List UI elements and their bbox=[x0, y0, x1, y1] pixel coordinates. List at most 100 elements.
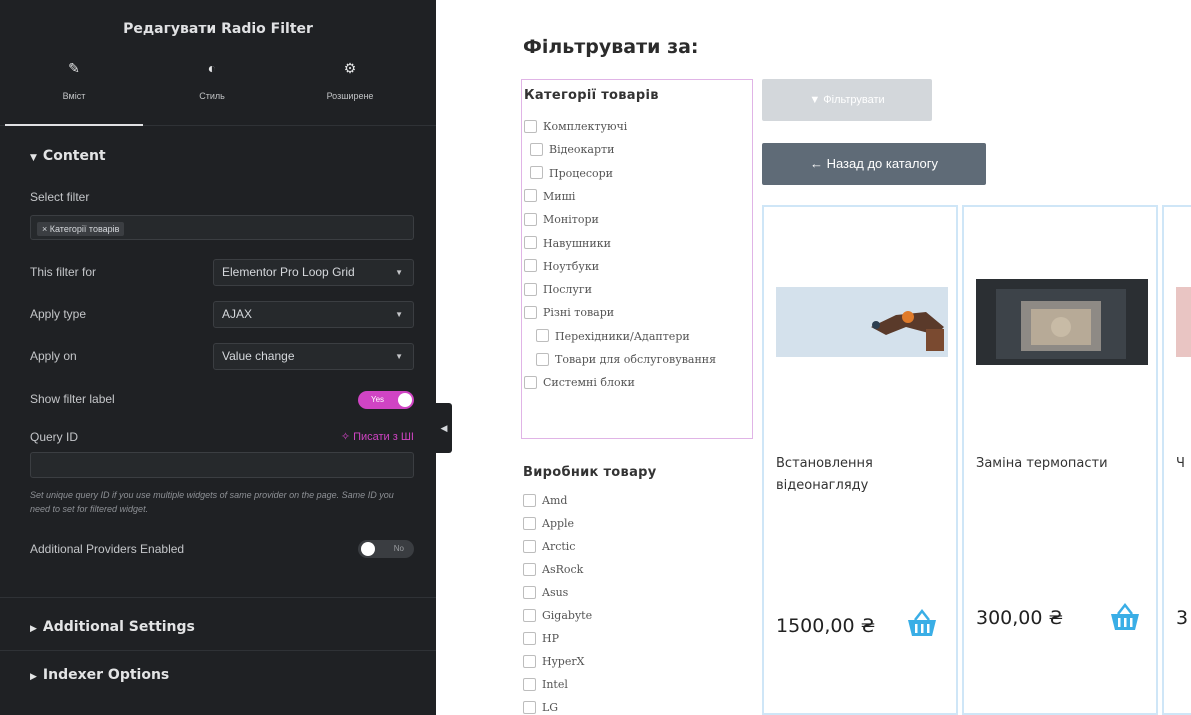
product-price: 1500,00 ₴ bbox=[776, 615, 876, 637]
panel-tabs: ✎ Вміст ◐ Стиль ⚙ Розширене bbox=[0, 48, 436, 126]
checkbox[interactable] bbox=[524, 236, 537, 249]
product-name[interactable]: Ч bbox=[1176, 453, 1191, 475]
filter-option[interactable]: Apple bbox=[523, 515, 574, 533]
additional-settings-header[interactable]: ▶ Additional Settings bbox=[30, 619, 195, 635]
checkbox[interactable] bbox=[523, 654, 536, 668]
product-card[interactable]: Заміна термопасти 300,00 ₴ bbox=[962, 205, 1158, 715]
select-filter-input[interactable]: × Категорії товарів bbox=[30, 215, 414, 240]
filter-option[interactable]: Системні блоки bbox=[524, 374, 635, 392]
checkbox[interactable] bbox=[523, 631, 536, 645]
funnel-icon: ▼ bbox=[809, 94, 821, 106]
product-card[interactable]: Ч 3 bbox=[1162, 205, 1191, 715]
product-card[interactable]: Встановлення відеонагляду 1500,00 ₴ bbox=[762, 205, 958, 715]
checkbox[interactable] bbox=[523, 700, 536, 714]
checkbox[interactable] bbox=[523, 493, 536, 507]
indexer-options-header[interactable]: ▶ Indexer Options bbox=[30, 667, 169, 683]
checkbox[interactable] bbox=[523, 539, 536, 553]
query-id-input[interactable] bbox=[30, 452, 414, 478]
filter-for-label: This filter for bbox=[30, 265, 97, 279]
checkbox[interactable] bbox=[524, 189, 537, 203]
checkbox[interactable] bbox=[524, 119, 537, 133]
checkbox[interactable] bbox=[524, 305, 537, 319]
toggle-knob bbox=[361, 542, 375, 556]
back-to-catalog-button[interactable]: ← Назад до каталогу bbox=[762, 143, 986, 185]
filter-option[interactable]: Amd bbox=[523, 492, 567, 510]
panel-collapse-handle[interactable]: ◀ bbox=[436, 403, 452, 453]
filter-button[interactable]: ▼ Фільтрувати bbox=[762, 79, 932, 121]
indexer-options-label: Indexer Options bbox=[42, 667, 170, 683]
checkbox[interactable] bbox=[536, 329, 549, 343]
caret-down-icon: ▼ bbox=[30, 153, 37, 163]
apply-on-select[interactable]: Value change ▼ bbox=[213, 343, 414, 370]
filter-option-label: Миші bbox=[543, 189, 576, 203]
filter-option-label: Ноутбуки bbox=[543, 259, 600, 273]
tab-style[interactable]: ◐ Стиль bbox=[143, 48, 281, 126]
contrast-icon: ◐ bbox=[207, 60, 217, 76]
filter-option-label: Послуги bbox=[543, 283, 592, 297]
filter-option-label: HP bbox=[542, 632, 559, 645]
content-section-header[interactable]: ▼ Content bbox=[30, 148, 106, 164]
filter-option[interactable]: Миші bbox=[524, 188, 575, 206]
filter-option[interactable]: Intel bbox=[523, 676, 568, 694]
filter-option[interactable]: AsRock bbox=[523, 561, 583, 579]
product-name[interactable]: Заміна термопасти bbox=[976, 453, 1148, 475]
filter-option[interactable]: Монітори bbox=[524, 211, 599, 229]
checkbox[interactable] bbox=[524, 212, 537, 226]
filter-for-select[interactable]: Elementor Pro Loop Grid ▼ bbox=[213, 259, 414, 286]
product-name[interactable]: Встановлення відеонагляду bbox=[776, 453, 948, 497]
filter-option[interactable]: HP bbox=[523, 630, 559, 648]
categories-title: Категорії товарів bbox=[524, 88, 659, 103]
checkbox[interactable] bbox=[523, 608, 536, 622]
filter-option[interactable]: Ноутбуки bbox=[524, 258, 599, 276]
basket-icon[interactable] bbox=[904, 608, 940, 638]
checkbox[interactable] bbox=[523, 516, 536, 530]
filter-option[interactable]: Gigabyte bbox=[523, 607, 592, 625]
pencil-icon: ✎ bbox=[68, 60, 80, 76]
filter-option[interactable]: Різні товари bbox=[524, 304, 614, 322]
section-divider bbox=[0, 650, 436, 651]
filter-option-label: HyperX bbox=[542, 655, 585, 668]
filter-option[interactable]: Процесори bbox=[530, 165, 613, 183]
checkbox[interactable] bbox=[524, 375, 537, 389]
selected-filter-chip[interactable]: × Категорії товарів bbox=[37, 222, 125, 236]
checkbox[interactable] bbox=[523, 562, 536, 576]
write-with-ai-link[interactable]: ✧ Писати з ШІ bbox=[341, 430, 414, 443]
filter-option[interactable]: Навушники bbox=[524, 235, 611, 253]
caret-down-icon: ▼ bbox=[395, 268, 403, 277]
apply-type-select[interactable]: AJAX ▼ bbox=[213, 301, 414, 328]
filter-option-label: LG bbox=[542, 701, 559, 714]
checkbox[interactable] bbox=[524, 259, 537, 273]
checkbox[interactable] bbox=[530, 166, 543, 180]
filter-option[interactable]: Послуги bbox=[524, 281, 592, 299]
filter-option-label: Комплектуючі bbox=[543, 120, 628, 133]
filter-option[interactable]: Комплектуючі bbox=[524, 118, 627, 136]
select-filter-label: Select filter bbox=[30, 190, 90, 204]
editor-panel: Редагувати Radio Filter ✎ Вміст ◐ Стиль … bbox=[0, 0, 436, 715]
checkbox[interactable] bbox=[536, 352, 549, 366]
checkbox[interactable] bbox=[524, 282, 537, 296]
basket-icon[interactable] bbox=[1107, 602, 1143, 632]
filter-option[interactable]: Перехідники/Адаптери bbox=[536, 328, 690, 346]
filter-option[interactable]: HyperX bbox=[523, 653, 584, 671]
filter-option-label: Різні товари bbox=[543, 306, 615, 320]
content-section-label: Content bbox=[42, 148, 106, 164]
checkbox[interactable] bbox=[523, 677, 536, 691]
chevron-left-icon: ◀ bbox=[440, 423, 448, 433]
filter-option[interactable]: Відеокарти bbox=[530, 141, 614, 159]
tab-content[interactable]: ✎ Вміст bbox=[5, 48, 143, 126]
filter-option[interactable]: Arctic bbox=[523, 538, 575, 556]
filter-for-value: Elementor Pro Loop Grid bbox=[222, 265, 355, 279]
category-filter-widget[interactable]: Категорії товарів Комплектуючі Відеокарти… bbox=[521, 79, 753, 439]
filter-option-label: Системні блоки bbox=[543, 376, 635, 390]
filter-option[interactable]: LG bbox=[523, 699, 558, 715]
checkbox[interactable] bbox=[523, 585, 536, 599]
additional-providers-toggle[interactable]: No bbox=[358, 540, 414, 558]
filter-option[interactable]: Товари для обслуговування bbox=[536, 351, 716, 369]
tab-advanced[interactable]: ⚙ Розширене bbox=[281, 48, 419, 126]
caret-right-icon: ▶ bbox=[30, 672, 37, 682]
checkbox[interactable] bbox=[530, 142, 543, 156]
filter-option[interactable]: Asus bbox=[523, 584, 568, 602]
apply-type-label: Apply type bbox=[30, 307, 87, 321]
caret-down-icon: ▼ bbox=[395, 352, 403, 361]
show-filter-label-toggle[interactable]: Yes bbox=[358, 391, 414, 409]
